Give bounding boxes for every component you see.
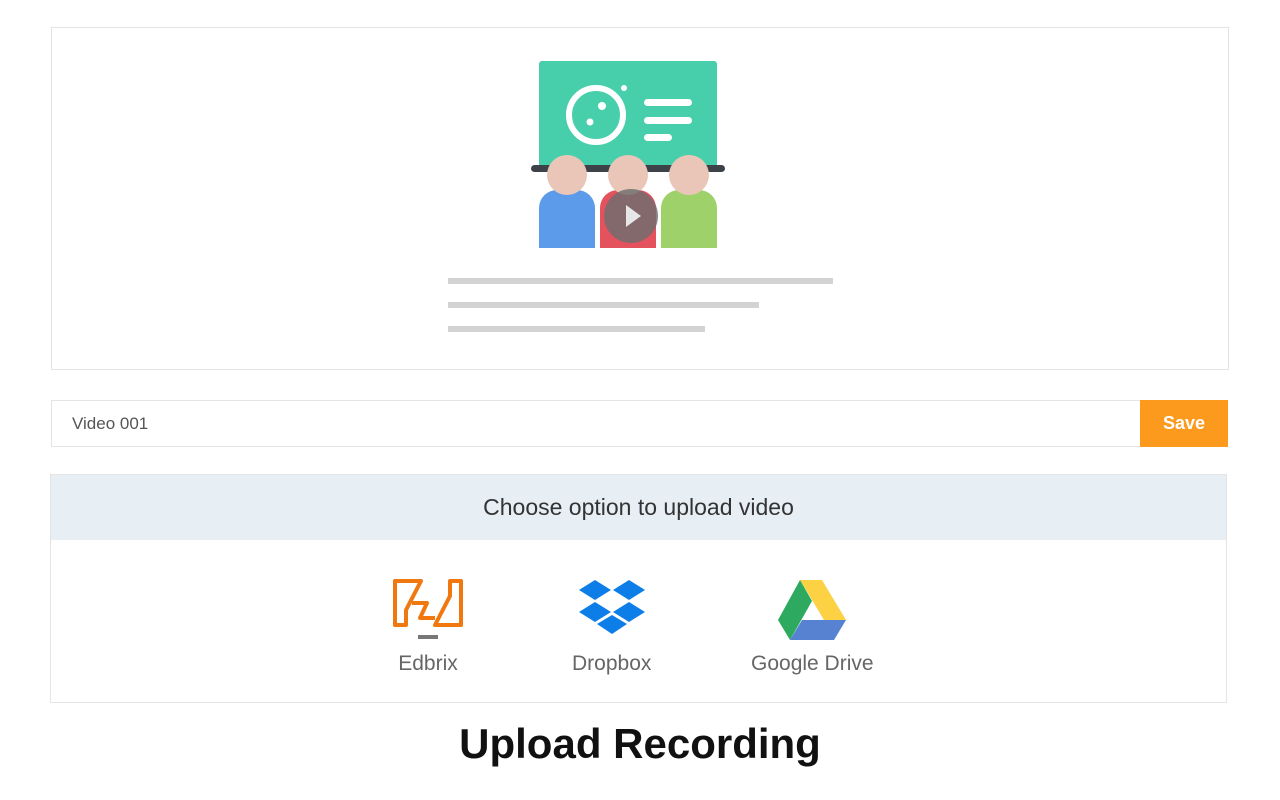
video-name-row: Save: [51, 400, 1228, 447]
upload-options-panel: Choose option to upload video Edbrix Dro…: [50, 474, 1227, 703]
save-button[interactable]: Save: [1140, 400, 1228, 447]
edbrix-label: Edbrix: [398, 652, 458, 675]
edbrix-icon: [393, 579, 463, 639]
google-drive-icon: [778, 580, 847, 640]
placeholder-line: [448, 326, 705, 332]
placeholder-text-lines: [448, 278, 833, 350]
placeholder-line: [448, 302, 759, 308]
page-title: Upload Recording: [459, 720, 821, 767]
play-button[interactable]: [604, 189, 658, 243]
video-preview: [51, 27, 1229, 370]
upload-option-dropbox[interactable]: Dropbox: [572, 578, 651, 676]
upload-header-text: Choose option to upload video: [483, 494, 794, 520]
upload-option-edbrix[interactable]: Edbrix: [391, 578, 465, 676]
upload-header: Choose option to upload video: [51, 475, 1226, 540]
placeholder-line: [448, 278, 833, 284]
dropbox-label: Dropbox: [572, 652, 652, 675]
dropbox-icon: [578, 580, 645, 634]
upload-option-google-drive[interactable]: Google Drive: [751, 578, 874, 676]
google-drive-label: Google Drive: [751, 652, 874, 675]
video-name-input[interactable]: [51, 400, 1140, 447]
